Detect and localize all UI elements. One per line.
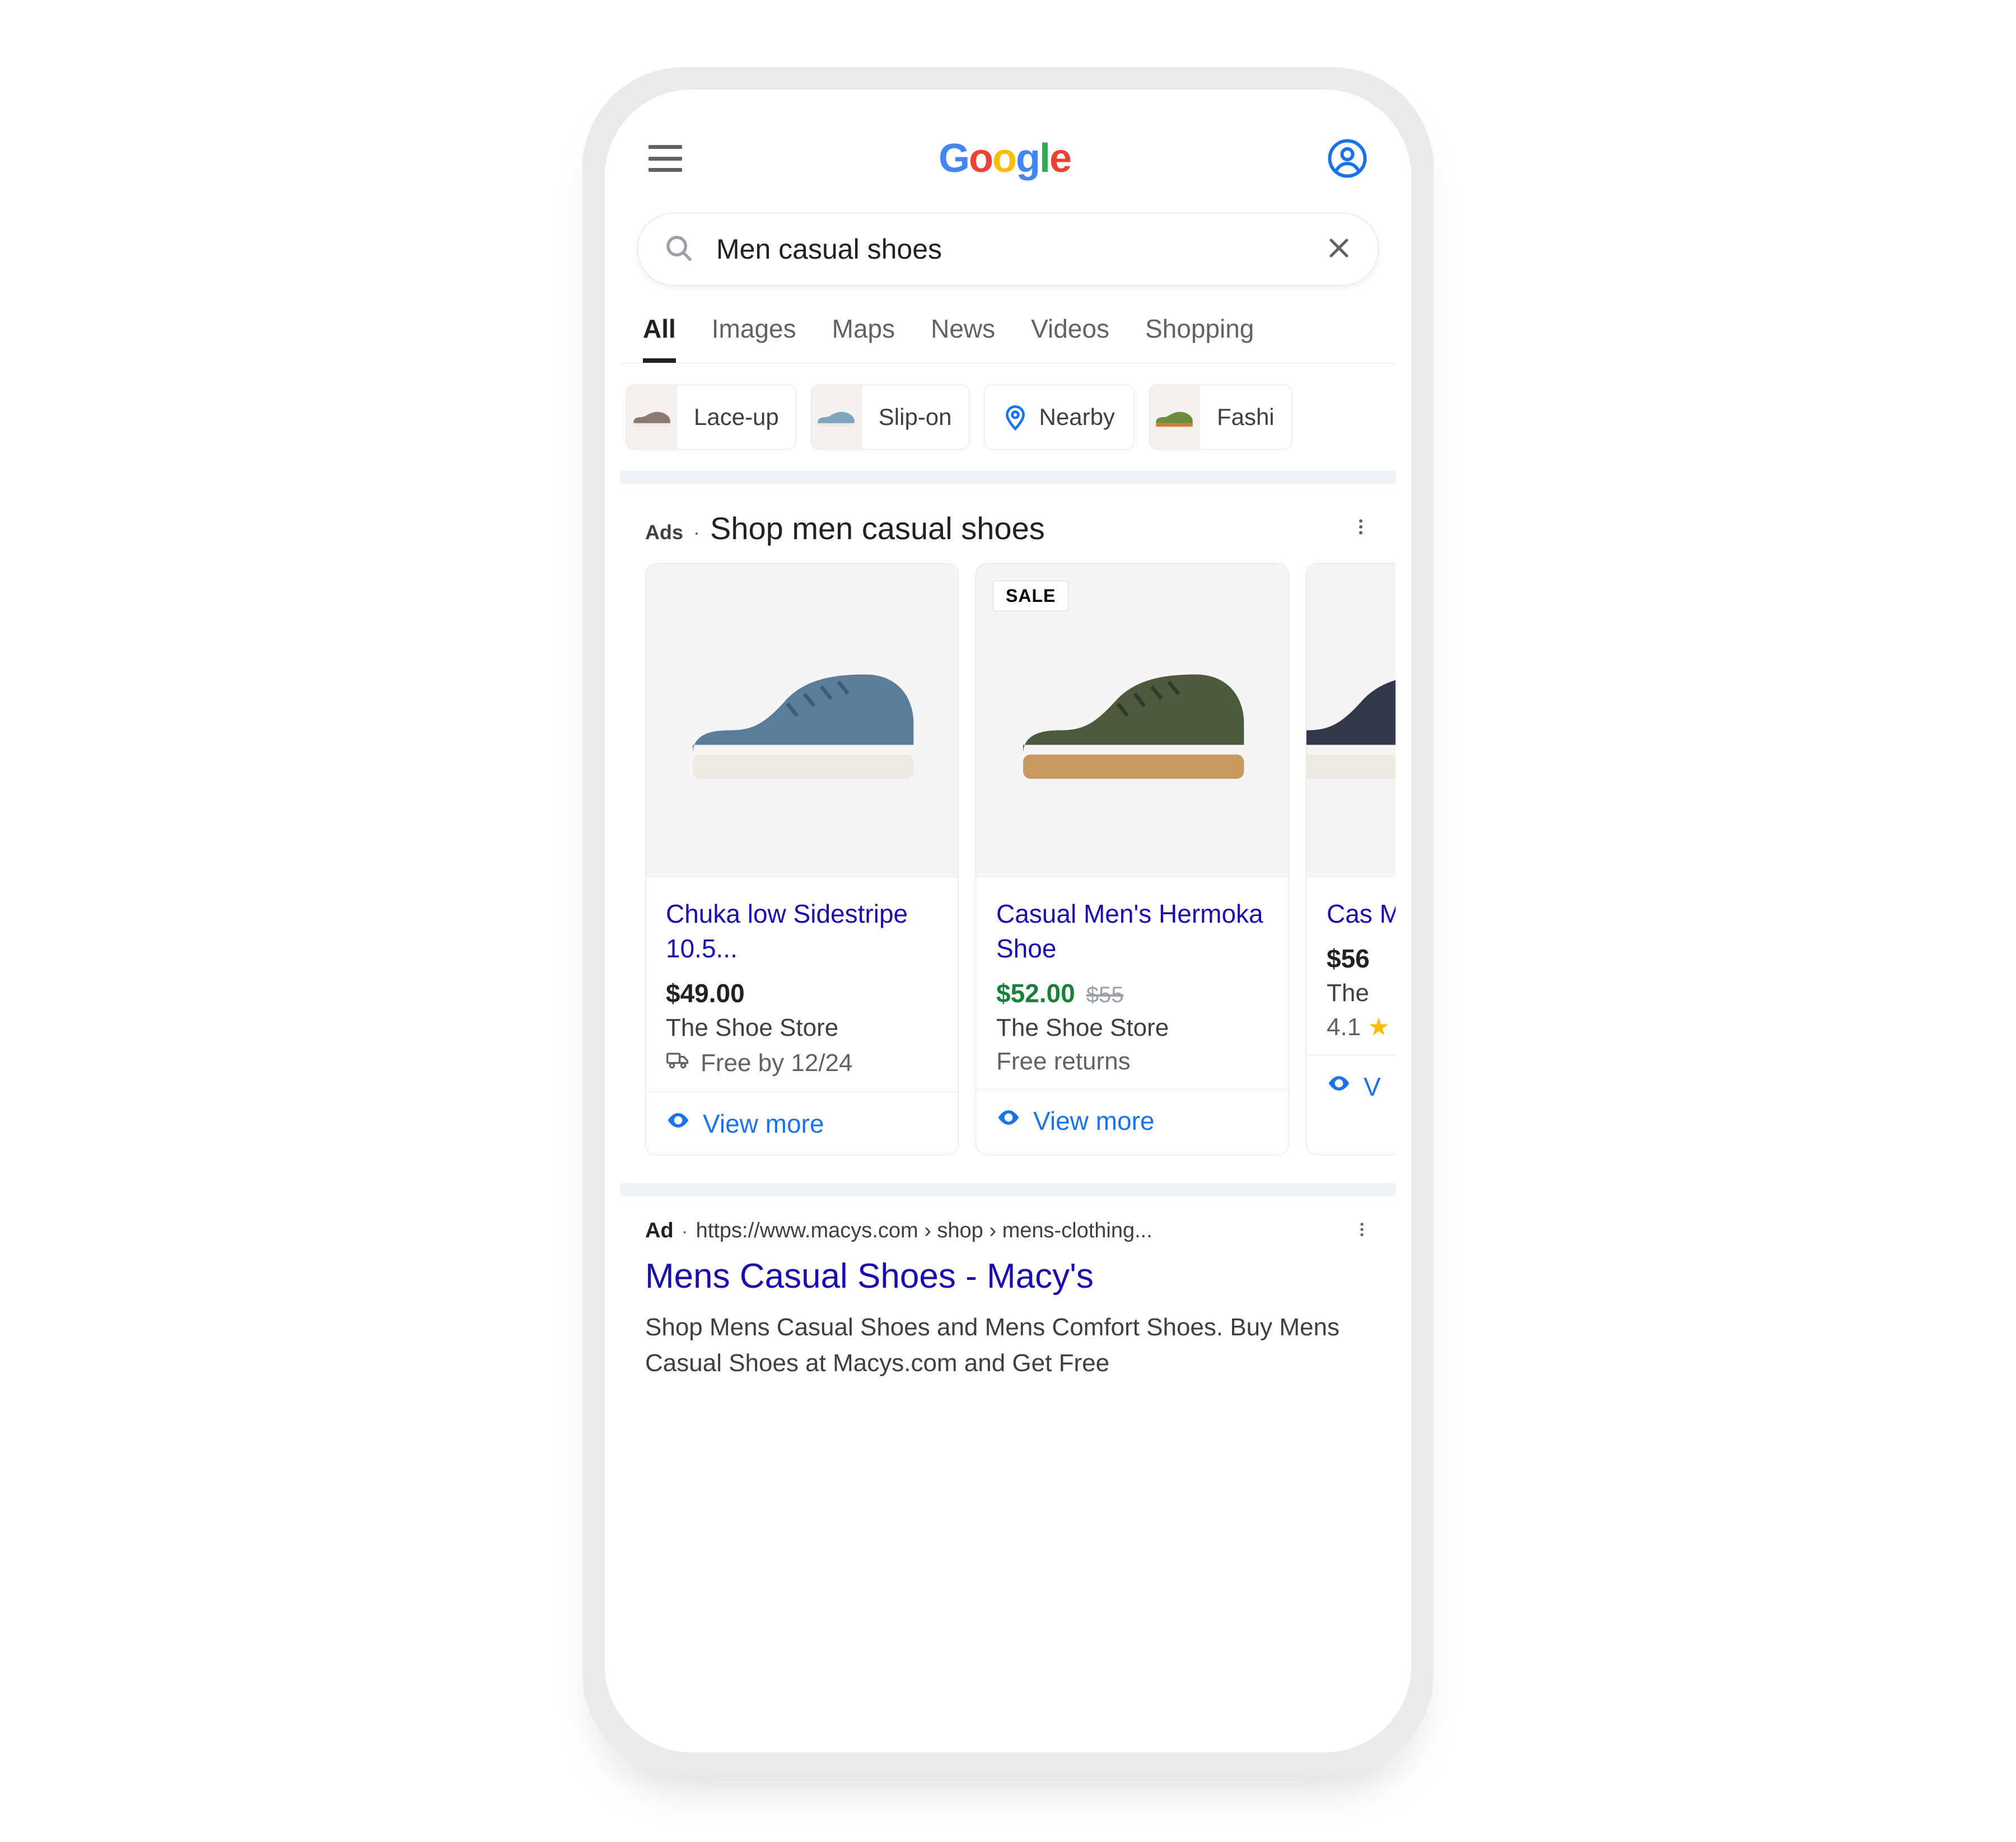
sale-badge: SALE: [993, 581, 1068, 611]
eye-icon: [666, 1108, 690, 1139]
chip-label: Nearby: [1029, 404, 1134, 431]
google-logo[interactable]: Google: [939, 135, 1071, 181]
chip-label: Fashi: [1200, 404, 1291, 431]
view-more-label: View more: [703, 1109, 824, 1139]
search-tabs: All Images Maps News Videos Shopping: [620, 286, 1396, 363]
dot-separator: ·: [693, 521, 700, 544]
product-price: $56: [1327, 943, 1370, 974]
ad-description: Shop Mens Casual Shoes and Mens Comfort …: [645, 1310, 1371, 1381]
product-image: SALE: [976, 564, 1289, 877]
tab-videos[interactable]: Videos: [1031, 314, 1109, 363]
view-more-button[interactable]: View more: [646, 1092, 958, 1154]
tab-news[interactable]: News: [931, 314, 995, 363]
shopping-title: Shop men casual shoes: [710, 510, 1045, 546]
product-rating: 4.1: [1327, 1013, 1361, 1041]
product-card[interactable]: SALE Casual Men's Hermoka Shoe $52.00 $5…: [976, 563, 1289, 1155]
account-icon[interactable]: [1327, 138, 1368, 179]
shopping-cards: Chuka low Sidestripe 10.5... $49.00 The …: [620, 563, 1396, 1196]
product-card[interactable]: Chuka low Sidestripe 10.5... $49.00 The …: [645, 563, 959, 1155]
tab-maps[interactable]: Maps: [832, 314, 895, 363]
product-shipping: Free by 12/24: [701, 1049, 853, 1077]
tab-all[interactable]: All: [643, 314, 676, 363]
product-price: $52.00: [996, 978, 1075, 1008]
product-returns: Free returns: [996, 1048, 1268, 1076]
product-image: [1306, 564, 1396, 877]
star-icon: ★: [1368, 1013, 1389, 1041]
view-more-label: View more: [1033, 1106, 1154, 1136]
ad-badge: Ad: [645, 1219, 674, 1243]
view-more-button[interactable]: V: [1306, 1055, 1396, 1118]
product-title[interactable]: Cas Mer: [1327, 896, 1396, 931]
product-image: [646, 564, 958, 877]
tab-shopping[interactable]: Shopping: [1145, 314, 1254, 363]
dot-separator: ·: [682, 1219, 688, 1243]
product-merchant: The Shoe Store: [666, 1014, 938, 1042]
search-icon: [664, 233, 694, 266]
chip-nearby[interactable]: Nearby: [984, 385, 1135, 450]
text-ad: Ad · https://www.macys.com › shop › mens…: [620, 1196, 1396, 1381]
chip-label: Lace-up: [677, 404, 796, 431]
product-merchant: The: [1327, 979, 1396, 1007]
chip-thumb-icon: [627, 385, 677, 449]
chip-slip-on[interactable]: Slip-on: [811, 385, 969, 450]
ads-label: Ads: [645, 521, 683, 544]
shopping-header: Ads · Shop men casual shoes: [620, 484, 1396, 563]
product-title[interactable]: Casual Men's Hermoka Shoe: [996, 896, 1268, 966]
product-card[interactable]: Cas Mer $56 The 4.1 ★ V: [1306, 563, 1396, 1155]
more-options-icon[interactable]: [1351, 517, 1371, 540]
filter-chips: Lace-up Slip-on Nearby: [620, 363, 1396, 484]
product-price: $49.00: [666, 978, 745, 1008]
header: Google: [620, 120, 1396, 193]
chip-label: Slip-on: [862, 404, 969, 431]
chip-fashion[interactable]: Fashi: [1149, 385, 1292, 450]
menu-icon[interactable]: [648, 145, 682, 172]
chip-thumb-icon: [1150, 385, 1200, 449]
view-more-button[interactable]: View more: [976, 1089, 1289, 1152]
search-bar[interactable]: [637, 213, 1379, 286]
tab-images[interactable]: Images: [712, 314, 796, 363]
screen: Google: [605, 90, 1411, 1752]
truck-icon: [666, 1048, 690, 1078]
eye-icon: [1327, 1071, 1351, 1102]
product-merchant: The Shoe Store: [996, 1014, 1268, 1042]
product-original-price: $55: [1086, 983, 1124, 1008]
map-pin-icon: [1001, 403, 1029, 431]
chip-lace-up[interactable]: Lace-up: [626, 385, 796, 450]
view-more-label: V: [1364, 1072, 1381, 1102]
chip-thumb-icon: [811, 385, 862, 449]
ad-title[interactable]: Mens Casual Shoes - Macy's: [645, 1256, 1371, 1296]
ad-url: https://www.macys.com › shop › mens-clot…: [696, 1219, 1152, 1243]
phone-frame: Google: [582, 67, 1434, 1775]
search-input[interactable]: [716, 233, 1326, 265]
product-title[interactable]: Chuka low Sidestripe 10.5...: [666, 896, 938, 966]
clear-icon[interactable]: [1326, 235, 1352, 264]
more-options-icon[interactable]: [1353, 1221, 1371, 1241]
eye-icon: [996, 1105, 1021, 1136]
